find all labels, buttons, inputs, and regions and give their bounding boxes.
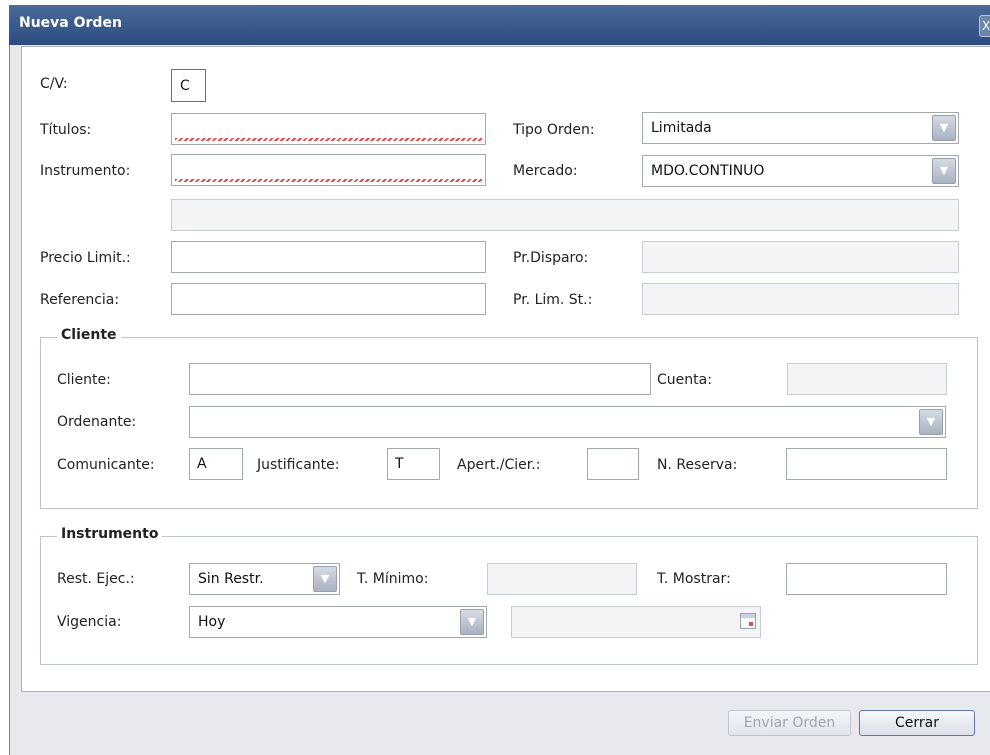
cerrar-button[interactable]: Cerrar	[859, 710, 975, 736]
apert-cier-input[interactable]	[587, 448, 639, 480]
t-minimo-input	[487, 563, 637, 595]
mercado-select[interactable]: MDO.CONTINUO ▼	[642, 155, 959, 187]
referencia-label: Referencia:	[40, 292, 120, 308]
cuenta-input	[787, 363, 947, 395]
instrumento-group	[40, 536, 978, 665]
mercado-value: MDO.CONTINUO	[651, 163, 765, 179]
cliente-legend: Cliente	[57, 327, 121, 343]
precio-limit-label: Precio Limit.:	[40, 250, 131, 266]
justificante-input[interactable]: T	[387, 448, 440, 480]
instrumento-label: Instrumento:	[40, 163, 131, 179]
spellcheck-underline	[175, 179, 482, 182]
ordenante-select[interactable]: ▼	[189, 406, 946, 438]
calendar-icon[interactable]	[740, 613, 756, 629]
instrumento-legend: Instrumento	[57, 526, 163, 542]
pr-disparo-label: Pr.Disparo:	[513, 250, 589, 266]
mercado-label: Mercado:	[513, 163, 578, 179]
cv-input[interactable]: C	[171, 69, 206, 102]
enviar-orden-button: Enviar Orden	[728, 710, 851, 736]
pr-disparo-input	[642, 241, 959, 273]
window-title: Nueva Orden	[19, 15, 122, 31]
vigencia-select[interactable]: Hoy ▼	[189, 606, 487, 638]
t-minimo-label: T. Mínimo:	[357, 571, 429, 587]
cliente-label: Cliente:	[57, 372, 111, 388]
title-bar: Nueva Orden X	[9, 5, 990, 45]
tipo-orden-label: Tipo Orden:	[513, 122, 595, 138]
pr-lim-st-label: Pr. Lim. St.:	[513, 292, 593, 308]
vigencia-label: Vigencia:	[57, 614, 122, 630]
pr-lim-st-input	[642, 283, 959, 315]
n-reserva-label: N. Reserva:	[657, 457, 738, 473]
vigencia-value: Hoy	[198, 614, 226, 630]
comunicante-input[interactable]: A	[189, 448, 243, 480]
referencia-input[interactable]	[171, 283, 486, 315]
chevron-down-icon[interactable]: ▼	[460, 609, 484, 635]
instrumento-input[interactable]	[171, 154, 486, 186]
spellcheck-underline	[175, 138, 482, 141]
cliente-input[interactable]	[189, 363, 651, 395]
precio-limit-input[interactable]	[171, 241, 486, 273]
comunicante-label: Comunicante:	[57, 457, 155, 473]
titulos-input[interactable]	[171, 113, 486, 145]
t-mostrar-input[interactable]	[786, 563, 947, 595]
justificante-label: Justificante:	[257, 457, 340, 473]
rest-ejec-label: Rest. Ejec.:	[57, 571, 135, 587]
chevron-down-icon[interactable]: ▼	[932, 158, 956, 184]
n-reserva-input[interactable]	[786, 448, 947, 480]
instrumento-descripcion-field	[171, 199, 959, 231]
rest-ejec-select[interactable]: Sin Restr. ▼	[189, 563, 340, 595]
t-mostrar-label: T. Mostrar:	[657, 571, 731, 587]
tipo-orden-select[interactable]: Limitada ▼	[642, 112, 959, 144]
titulos-label: Títulos:	[40, 122, 92, 138]
fecha-input	[511, 606, 761, 638]
close-icon[interactable]: X	[979, 15, 990, 37]
ordenante-label: Ordenante:	[57, 414, 137, 430]
tipo-orden-value: Limitada	[651, 120, 712, 136]
chevron-down-icon[interactable]: ▼	[932, 115, 956, 141]
cv-label: C/V:	[40, 76, 68, 92]
chevron-down-icon[interactable]: ▼	[919, 409, 943, 435]
chevron-down-icon[interactable]: ▼	[313, 566, 337, 592]
apert-cier-label: Apert./Cier.:	[457, 457, 541, 473]
cuenta-label: Cuenta:	[657, 372, 712, 388]
rest-ejec-value: Sin Restr.	[198, 571, 264, 587]
